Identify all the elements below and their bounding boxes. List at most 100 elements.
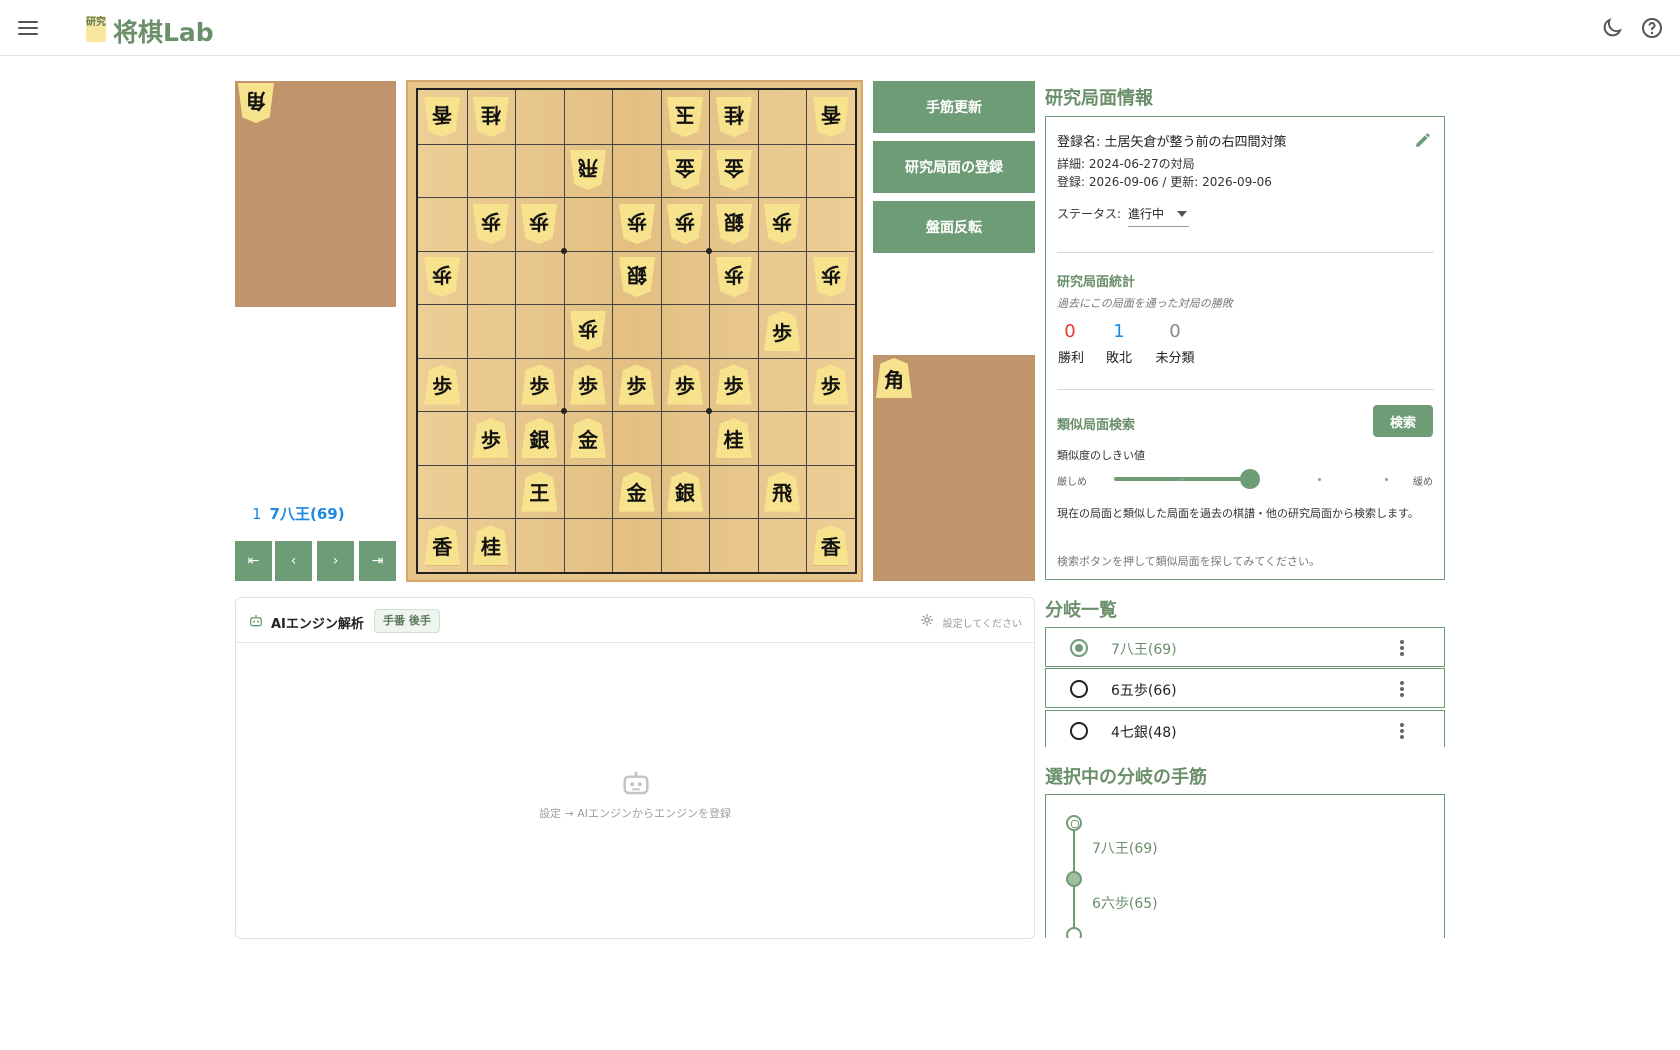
- board-piece[interactable]: 桂: [715, 418, 752, 459]
- board-piece[interactable]: 飛: [570, 150, 606, 190]
- board-piece[interactable]: 歩: [424, 364, 461, 405]
- menu-icon[interactable]: [16, 18, 40, 38]
- threshold-slider[interactable]: [1240, 469, 1260, 489]
- grid-line: [806, 90, 808, 572]
- radio-unselected-icon[interactable]: [1070, 722, 1088, 740]
- board-piece[interactable]: 歩: [812, 364, 849, 405]
- board-piece[interactable]: 歩: [424, 257, 460, 297]
- board-piece[interactable]: 歩: [667, 204, 703, 244]
- board-piece[interactable]: 歩: [570, 311, 606, 351]
- timeline-node-icon: [1066, 927, 1082, 938]
- slider-tick: [1385, 478, 1388, 481]
- branch-move[interactable]: 6六歩(65): [1092, 893, 1158, 913]
- board-piece[interactable]: 銀: [521, 418, 558, 459]
- more-vert-icon[interactable]: [1400, 640, 1404, 656]
- board-piece[interactable]: 歩: [619, 204, 655, 244]
- grid-line: [418, 143, 855, 145]
- board-piece[interactable]: 銀: [667, 471, 704, 512]
- slider-tick: [1181, 478, 1184, 481]
- board-piece[interactable]: 歩: [569, 364, 606, 405]
- hand-piece-sente[interactable]: 角: [876, 358, 912, 398]
- board-piece[interactable]: 金: [618, 471, 655, 512]
- board-piece[interactable]: 金: [716, 150, 752, 190]
- app-header: 研究 将棋Lab: [0, 0, 1680, 56]
- board-piece[interactable]: 香: [812, 525, 849, 566]
- board-piece[interactable]: 香: [813, 97, 849, 137]
- status-label: ステータス:: [1057, 207, 1122, 221]
- board-piece[interactable]: 歩: [764, 204, 800, 244]
- board-piece[interactable]: 歩: [764, 311, 801, 351]
- grid-line: [418, 304, 855, 306]
- star-point: [706, 247, 713, 254]
- more-vert-icon[interactable]: [1400, 681, 1404, 697]
- board-piece[interactable]: 歩: [521, 364, 558, 405]
- update-moves-button[interactable]: 手筋更新: [873, 81, 1035, 133]
- board-piece[interactable]: 歩: [473, 204, 509, 244]
- status-value: 進行中: [1128, 207, 1165, 221]
- last-move-button[interactable]: ⇥: [359, 541, 396, 581]
- more-vert-icon[interactable]: [1400, 723, 1404, 739]
- radio-unselected-icon[interactable]: [1070, 680, 1088, 698]
- branch-item[interactable]: 6五歩(66): [1045, 668, 1445, 708]
- selected-branch-moves: 7八王(69) 6六歩(65): [1045, 794, 1445, 938]
- similar-search-title: 類似局面検索: [1057, 418, 1136, 433]
- grid-line: [418, 197, 855, 199]
- flip-board-button[interactable]: 盤面反転: [873, 201, 1035, 253]
- board-grid[interactable]: 香桂玉桂香飛金金歩歩歩歩銀歩歩銀歩歩歩歩歩歩歩歩歩歩歩歩銀金桂王金銀飛香桂香: [416, 88, 857, 574]
- slider-tick: [1318, 478, 1321, 481]
- board-piece[interactable]: 玉: [667, 97, 703, 137]
- unclassified-count: 0: [1169, 321, 1181, 342]
- status-select[interactable]: 進行中: [1128, 205, 1189, 227]
- sente-hand[interactable]: 角: [873, 355, 1035, 581]
- board-piece[interactable]: 金: [667, 150, 703, 190]
- stats-title: 研究局面統計: [1057, 275, 1136, 290]
- board-piece[interactable]: 銀: [716, 204, 752, 244]
- divider: [1057, 389, 1434, 390]
- dark-mode-icon[interactable]: [1600, 16, 1624, 40]
- board-piece[interactable]: 金: [569, 418, 606, 459]
- radio-selected-icon[interactable]: [1070, 639, 1088, 657]
- help-icon[interactable]: [1640, 16, 1664, 40]
- ai-setting-hint[interactable]: 設定してください: [943, 615, 1022, 630]
- move-text: 7八王(69): [269, 505, 345, 523]
- board-piece[interactable]: 桂: [473, 97, 509, 137]
- board-piece[interactable]: 歩: [715, 364, 752, 405]
- grid-line: [418, 250, 855, 252]
- branch-move[interactable]: 7八王(69): [1092, 838, 1158, 858]
- board-piece[interactable]: 香: [424, 97, 460, 137]
- board-piece[interactable]: 王: [521, 471, 558, 512]
- board-piece[interactable]: 歩: [667, 364, 704, 405]
- branch-item[interactable]: 7八王(69): [1045, 627, 1445, 667]
- app-title[interactable]: 将棋Lab: [113, 13, 214, 49]
- wins-count: 0: [1064, 321, 1076, 342]
- next-move-button[interactable]: ›: [317, 541, 354, 581]
- board-piece[interactable]: 歩: [618, 364, 655, 405]
- move-number: 1: [252, 505, 262, 523]
- prev-move-button[interactable]: ‹: [275, 541, 312, 581]
- loose-label: 緩め: [1413, 477, 1433, 488]
- research-info-title: 研究局面情報: [1045, 88, 1153, 109]
- board-piece[interactable]: 桂: [472, 525, 509, 566]
- board-piece[interactable]: 飛: [764, 471, 801, 512]
- board-piece[interactable]: 銀: [619, 257, 655, 297]
- register-position-button[interactable]: 研究局面の登録: [873, 141, 1035, 193]
- gear-icon[interactable]: [920, 613, 934, 627]
- losses-count: 1: [1113, 321, 1125, 342]
- board-piece[interactable]: 歩: [472, 418, 509, 459]
- board-piece[interactable]: 香: [424, 525, 461, 566]
- board-piece[interactable]: 歩: [521, 204, 557, 244]
- ai-empty-message: 設定 → AIエンジンからエンジンを登録: [539, 807, 731, 820]
- first-move-button[interactable]: ⇤: [235, 541, 272, 581]
- edit-icon[interactable]: [1414, 131, 1432, 149]
- star-point: [560, 408, 567, 415]
- board-piece[interactable]: 歩: [716, 257, 752, 297]
- board-piece[interactable]: 桂: [716, 97, 752, 137]
- registration-name: 登録名: 土居矢倉が整う前の右四間対策: [1057, 135, 1287, 150]
- robot-icon: [623, 771, 649, 795]
- board-piece[interactable]: 歩: [813, 257, 849, 297]
- hand-piece-gote[interactable]: 角: [238, 83, 274, 123]
- gote-hand[interactable]: 角: [235, 81, 396, 307]
- branch-item[interactable]: 4七銀(48): [1045, 710, 1445, 747]
- search-button[interactable]: 検索: [1373, 405, 1433, 437]
- branch-list-title: 分岐一覧: [1045, 600, 1117, 621]
